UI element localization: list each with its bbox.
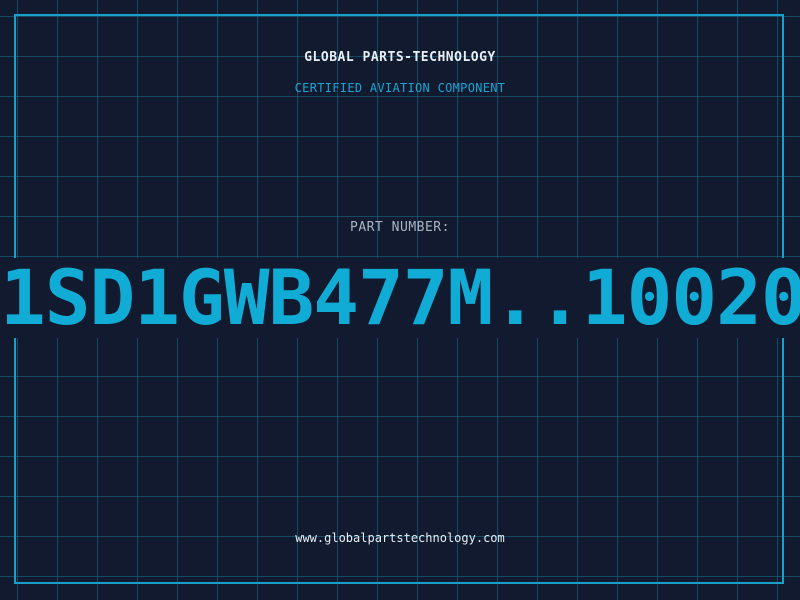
certification-subtitle: CERTIFIED AVIATION COMPONENT — [294, 81, 506, 95]
website-url: www.globalpartstechnology.com — [295, 531, 505, 545]
company-name: GLOBAL PARTS-TECHNOLOGY — [304, 50, 496, 65]
certificate-card: GLOBAL PARTS-TECHNOLOGY CERTIFIED AVIATI… — [0, 0, 800, 600]
part-number-label: PART NUMBER: — [350, 220, 450, 235]
part-number-value: 1SD1GWB477M..10020 — [0, 258, 800, 338]
